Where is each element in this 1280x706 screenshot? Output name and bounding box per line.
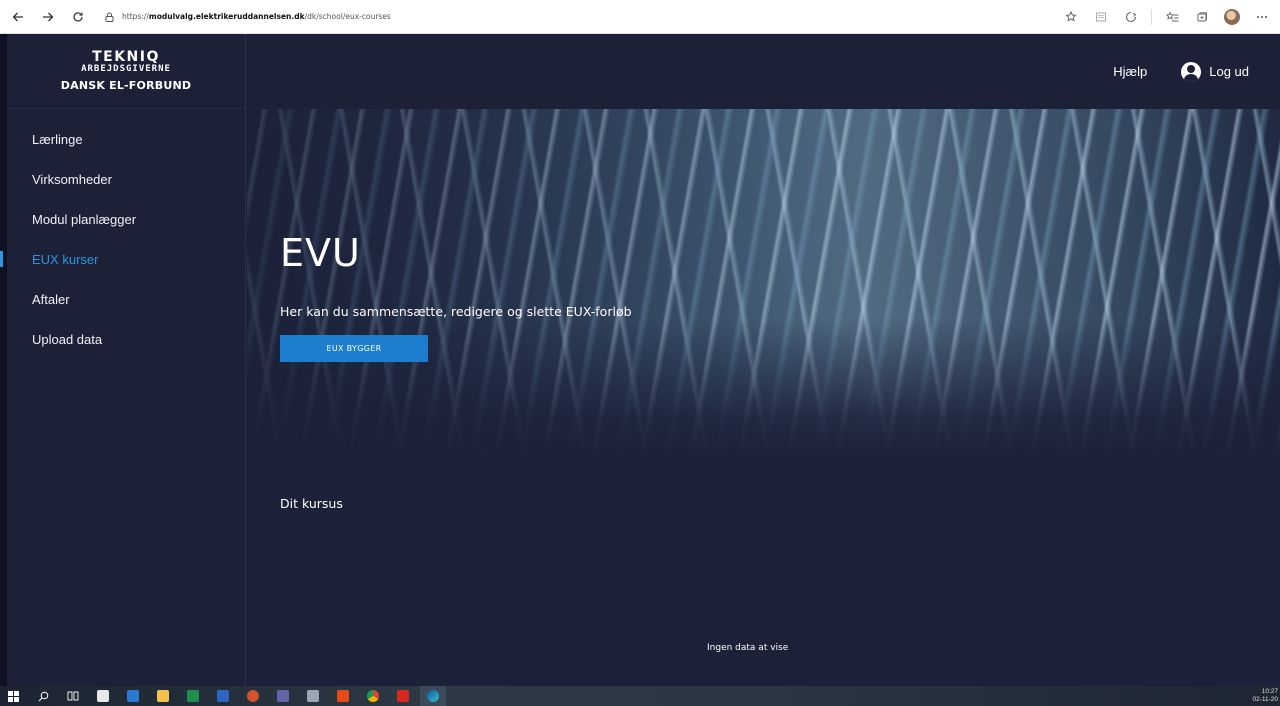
sidebar-item-modul-planlaegger[interactable]: Modul planlægger <box>7 199 245 239</box>
file-explorer-icon[interactable] <box>150 686 176 706</box>
taskbar-time: 10:27 <box>1261 688 1278 695</box>
logout-button[interactable]: Log ud <box>1181 61 1249 82</box>
url-domain: modulvalg.elektrikeruddannelsen.dk <box>148 12 305 21</box>
toolbar-divider <box>1151 8 1152 25</box>
hero-banner: EVU Her kan du sammensætte, redigere og … <box>247 109 1280 459</box>
eux-builder-button[interactable]: EUX BYGGER <box>280 335 428 362</box>
lock-icon <box>102 10 116 24</box>
hero-overlay <box>247 109 1280 459</box>
powerpoint-icon[interactable] <box>240 686 266 706</box>
favorite-star-icon[interactable] <box>1057 5 1085 29</box>
profile-avatar[interactable] <box>1218 5 1246 29</box>
notes-icon[interactable] <box>300 686 326 706</box>
reading-view-icon[interactable] <box>1087 5 1115 29</box>
back-icon[interactable] <box>6 5 30 29</box>
sidebar-item-virksomheder[interactable]: Virksomheder <box>7 159 245 199</box>
url-prefix: https:// <box>122 12 149 21</box>
sidebar-item-label: Aftaler <box>32 291 70 307</box>
taskbar-clock[interactable]: 10:27 02-11-20 <box>1252 688 1278 704</box>
window-edge <box>0 34 7 686</box>
brand-logo[interactable]: TEKNIQ ARBEJDSGIVERNE DANSK EL-FORBUND <box>7 34 245 109</box>
url-path: /dk/school/eux-courses <box>304 12 391 21</box>
chrome-icon[interactable] <box>360 686 386 706</box>
user-circle-icon <box>1181 61 1202 82</box>
help-link[interactable]: Hjælp <box>1113 64 1147 79</box>
windows-start-icon[interactable] <box>0 686 26 706</box>
sidebar-nav: Lærlinge Virksomheder Modul planlægger E… <box>0 109 245 359</box>
word-icon[interactable] <box>210 686 236 706</box>
brand-line-arbejdsgiverne: ARBEJDSGIVERNE <box>81 64 171 74</box>
sidebar-item-eux-kurser[interactable]: EUX kurser <box>0 239 245 279</box>
section-title-dit-kursus: Dit kursus <box>280 496 343 511</box>
outlook-icon[interactable] <box>120 686 146 706</box>
brand-line-dansk-el-forbund: DANSK EL-FORBUND <box>60 79 192 92</box>
brand-line-tekniq: TEKNIQ <box>92 49 160 65</box>
sidebar-item-label: Virksomheder <box>32 171 112 187</box>
acrobat-icon[interactable] <box>390 686 416 706</box>
sidebar: TEKNIQ ARBEJDSGIVERNE DANSK EL-FORBUND L… <box>0 34 246 686</box>
sidebar-item-label: EUX kurser <box>32 251 99 267</box>
more-menu-icon[interactable] <box>1248 5 1276 29</box>
sidebar-item-aftaler[interactable]: Aftaler <box>7 279 245 319</box>
sidebar-item-laerlinge[interactable]: Lærlinge <box>7 119 245 159</box>
office-icon[interactable] <box>330 686 356 706</box>
taskbar-date: 02-11-20 <box>1252 696 1278 703</box>
collections-icon[interactable] <box>1188 5 1216 29</box>
forward-icon[interactable] <box>36 5 60 29</box>
excel-icon[interactable] <box>180 686 206 706</box>
page-title: EVU <box>280 231 361 275</box>
extension-icon[interactable] <box>1117 5 1145 29</box>
browser-toolbar: https://modulvalg.elektrikeruddannelsen.… <box>0 0 1280 34</box>
store-icon[interactable] <box>90 686 116 706</box>
favorites-icon[interactable] <box>1158 5 1186 29</box>
logout-label: Log ud <box>1209 64 1249 79</box>
empty-state-text: Ingen data at vise <box>707 643 789 653</box>
page-subtitle: Her kan du sammensætte, redigere og slet… <box>280 304 632 319</box>
edge-icon[interactable] <box>420 686 446 706</box>
teams-icon[interactable] <box>270 686 296 706</box>
refresh-icon[interactable] <box>66 5 90 29</box>
address-bar[interactable]: https://modulvalg.elektrikeruddannelsen.… <box>102 5 391 29</box>
task-view-icon[interactable] <box>60 686 86 706</box>
sidebar-item-label: Lærlinge <box>32 131 83 147</box>
search-icon[interactable] <box>30 686 56 706</box>
sidebar-item-label: Upload data <box>32 331 103 347</box>
top-header: Hjælp Log ud <box>247 34 1280 109</box>
sidebar-item-upload-data[interactable]: Upload data <box>7 319 245 359</box>
sidebar-item-label: Modul planlægger <box>32 211 137 227</box>
os-taskbar: 10:27 02-11-20 <box>0 686 1280 706</box>
